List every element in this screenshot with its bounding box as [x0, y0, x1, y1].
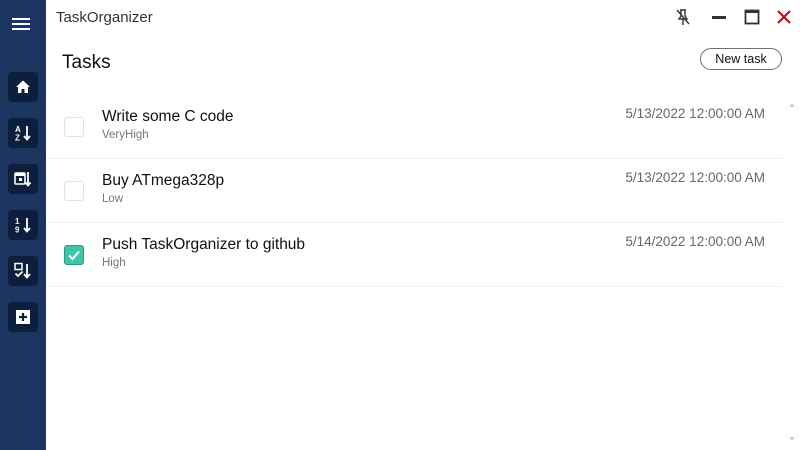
sidebar-item-sort-by-date[interactable] — [8, 164, 38, 194]
scroll-down-arrow-icon — [789, 437, 795, 441]
sidebar-item-add-task[interactable] — [8, 302, 38, 332]
task-priority: VeryHigh — [102, 129, 149, 141]
maximize-button[interactable] — [741, 6, 763, 28]
task-date: 5/13/2022 12:00:00 AM — [625, 106, 765, 121]
minimize-button[interactable] — [708, 6, 730, 28]
app-title: TaskOrganizer — [56, 9, 153, 26]
task-checkbox[interactable] — [64, 245, 84, 265]
task-checkbox[interactable] — [64, 181, 84, 201]
minimize-icon — [712, 16, 726, 19]
task-name: Write some C code — [102, 108, 234, 125]
unpin-icon — [676, 9, 690, 25]
task-row[interactable]: Buy ATmega328p Low 5/13/2022 12:00:00 AM — [47, 159, 782, 223]
scrollbar[interactable] — [786, 96, 798, 448]
checkmark-icon — [68, 250, 80, 261]
svg-text:9: 9 — [15, 226, 20, 235]
page-title: Tasks — [62, 52, 111, 73]
task-priority: High — [102, 257, 126, 269]
task-row[interactable]: Write some C code VeryHigh 5/13/2022 12:… — [47, 95, 782, 159]
sidebar-item-sort-by-completed[interactable] — [8, 256, 38, 286]
svg-text:Z: Z — [15, 134, 20, 143]
home-icon — [16, 80, 30, 93]
sidebar-item-sort-alphabetical[interactable]: A Z — [8, 118, 38, 148]
sidebar: A Z 1 9 — [0, 0, 46, 450]
task-priority: Low — [102, 193, 124, 205]
add-task-icon — [16, 310, 30, 324]
sort-by-date-icon — [14, 172, 32, 187]
scroll-up-arrow-icon — [789, 103, 795, 107]
sort-by-completed-icon — [14, 262, 31, 279]
task-date: 5/14/2022 12:00:00 AM — [625, 234, 765, 249]
close-button[interactable] — [773, 6, 795, 28]
sidebar-item-home[interactable] — [8, 72, 38, 102]
unpin-button[interactable] — [672, 6, 694, 28]
task-list: Write some C code VeryHigh 5/13/2022 12:… — [47, 95, 782, 287]
sort-by-priority-icon: 1 9 — [15, 217, 31, 235]
sidebar-item-sort-by-priority[interactable]: 1 9 — [8, 210, 38, 240]
task-row[interactable]: Push TaskOrganizer to github High 5/14/2… — [47, 223, 782, 287]
task-name: Buy ATmega328p — [102, 172, 225, 189]
hamburger-menu-icon[interactable] — [12, 18, 30, 32]
task-date: 5/13/2022 12:00:00 AM — [625, 170, 765, 185]
task-name: Push TaskOrganizer to github — [102, 236, 306, 253]
task-checkbox[interactable] — [64, 117, 84, 137]
new-task-button[interactable]: New task — [700, 48, 782, 70]
sort-alphabetical-icon: A Z — [15, 125, 31, 143]
close-icon — [777, 10, 791, 24]
maximize-icon — [744, 9, 760, 25]
